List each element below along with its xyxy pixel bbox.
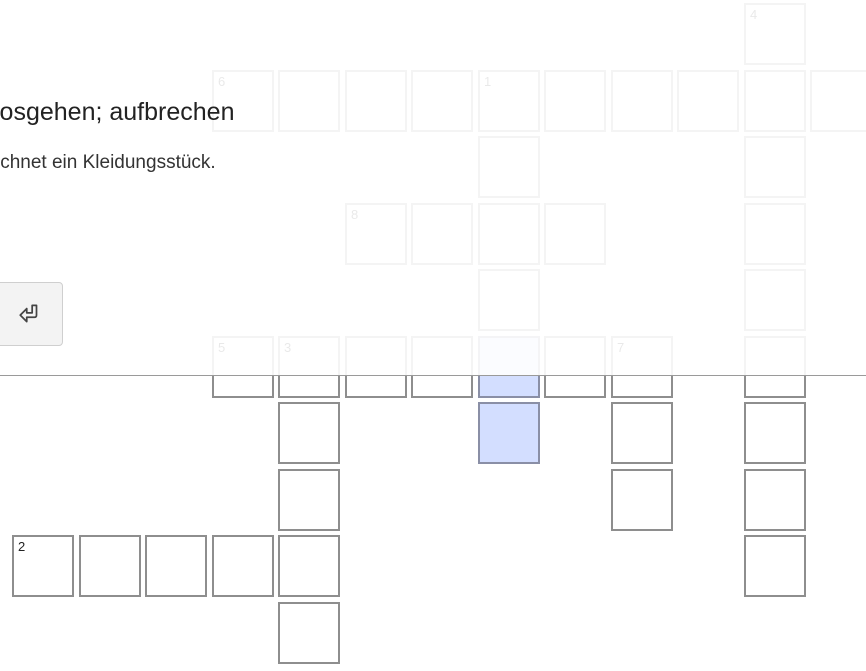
cell-number: 2: [18, 539, 26, 554]
crossword-cell[interactable]: [278, 602, 340, 664]
crossword-cell[interactable]: [744, 469, 806, 531]
crossword-cell[interactable]: [79, 535, 141, 597]
crossword-cell[interactable]: [278, 402, 340, 464]
crossword-cell[interactable]: 2: [12, 535, 74, 597]
crossword-cell[interactable]: [611, 402, 673, 464]
crossword-cell[interactable]: [278, 469, 340, 531]
clue-panel: losgehen; aufbrechen ichnet ein Kleidung…: [0, 0, 866, 376]
submit-button[interactable]: [0, 282, 63, 346]
crossword-cell[interactable]: [212, 535, 274, 597]
crossword-cell[interactable]: [611, 469, 673, 531]
clue-title: losgehen; aufbrechen: [0, 98, 235, 126]
crossword-cell[interactable]: [278, 535, 340, 597]
crossword-cell[interactable]: [478, 402, 540, 464]
crossword-cell[interactable]: [744, 535, 806, 597]
crossword-stage: 46185372 losgehen; aufbrechen ichnet ein…: [0, 0, 866, 671]
crossword-cell[interactable]: [145, 535, 207, 597]
enter-icon: [18, 304, 37, 323]
clue-text: ichnet ein Kleidungsstück.: [0, 152, 216, 173]
crossword-cell[interactable]: [744, 402, 806, 464]
